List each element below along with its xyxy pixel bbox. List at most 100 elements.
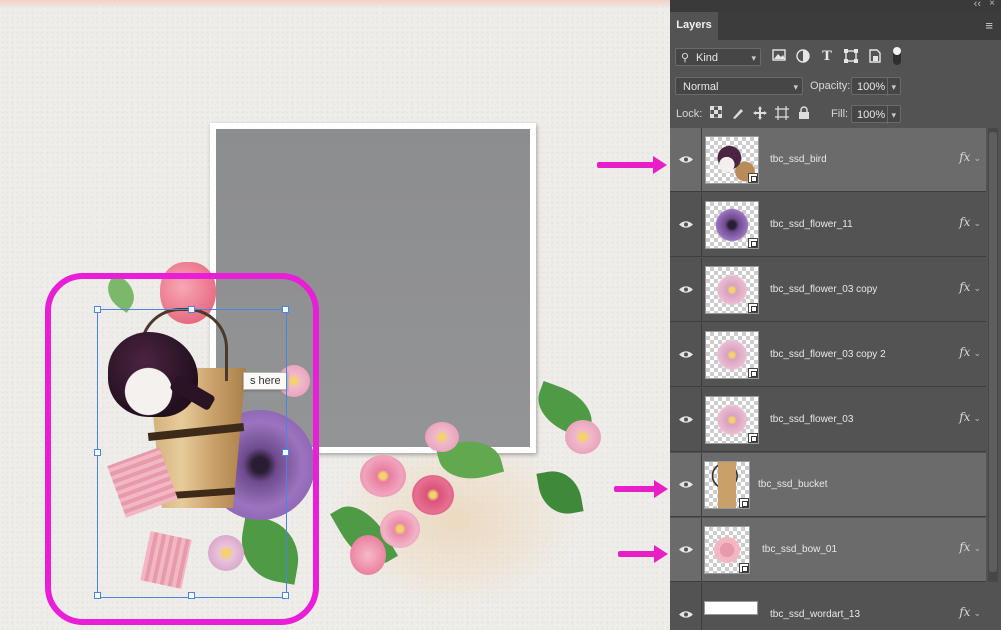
layer-row[interactable]: tbc_ssd_flower_11 fx ⌄	[670, 193, 986, 257]
fill-value: 100%	[857, 109, 886, 121]
eye-icon	[679, 221, 693, 228]
filter-kind-value: Kind	[696, 52, 719, 64]
type-filter-icon[interactable]: T	[819, 49, 835, 65]
layer-row[interactable]: tbc_ssd_wordart_13 fx ⌄	[670, 583, 986, 630]
canvas-top-edge	[0, 0, 670, 7]
adjustment-filter-icon[interactable]	[795, 49, 811, 65]
visibility-toggle[interactable]	[670, 128, 702, 191]
chevron-down-icon: ▾	[793, 82, 798, 92]
chevron-down-icon[interactable]: ⌄	[973, 608, 981, 618]
layer-name[interactable]: tbc_ssd_bucket	[758, 479, 828, 490]
layer-name[interactable]: tbc_ssd_flower_03 copy 2	[770, 349, 886, 360]
smart-object-icon	[739, 563, 749, 573]
layer-effects-icon[interactable]: fx ⌄	[959, 345, 981, 359]
filter-toggle-switch[interactable]	[893, 47, 901, 65]
layer-thumbnail[interactable]	[705, 396, 759, 444]
visibility-toggle[interactable]	[670, 388, 702, 451]
lock-all-icon[interactable]	[796, 106, 812, 122]
visibility-toggle[interactable]	[670, 323, 702, 386]
layer-effects-icon[interactable]: fx ⌄	[959, 280, 981, 294]
chevron-down-icon[interactable]: ⌄	[973, 153, 981, 163]
smart-object-filter-icon[interactable]	[867, 49, 883, 65]
panel-menu-icon[interactable]: ≡	[985, 18, 993, 33]
eye-icon	[679, 351, 693, 358]
layer-name[interactable]: tbc_ssd_bird	[770, 154, 827, 165]
layer-row[interactable]: tbc_ssd_flower_03 copy 2 fx ⌄	[670, 323, 986, 387]
layer-row[interactable]: tbc_ssd_flower_03 copy fx ⌄	[670, 258, 986, 322]
lock-transparent-pixels-icon[interactable]	[708, 105, 724, 122]
pink-flower	[380, 510, 420, 548]
chevron-down-icon[interactable]: ⌄	[973, 413, 981, 423]
visibility-toggle[interactable]	[670, 518, 702, 581]
opacity-input[interactable]: 100% ▾	[851, 77, 901, 96]
layer-thumbnail[interactable]	[704, 601, 758, 615]
layer-row[interactable]: tbc_ssd_bird fx ⌄	[670, 128, 986, 192]
layer-thumbnail[interactable]	[705, 331, 759, 379]
annotation-arrow	[614, 480, 668, 498]
layer-thumbnail[interactable]	[705, 201, 759, 249]
opacity-value: 100%	[857, 81, 886, 93]
layer-effects-icon[interactable]: fx ⌄	[959, 410, 981, 424]
smart-object-icon	[748, 173, 758, 183]
layer-name[interactable]: tbc_ssd_flower_11	[770, 219, 853, 230]
layer-name[interactable]: tbc_ssd_bow_01	[762, 544, 837, 555]
layer-thumbnail[interactable]	[705, 136, 759, 184]
search-icon: ⚲	[681, 52, 690, 64]
layers-scrollbar-thumb[interactable]	[989, 132, 997, 572]
annotation-arrow	[618, 545, 668, 563]
layer-effects-icon[interactable]: fx ⌄	[959, 540, 981, 554]
layer-name[interactable]: tbc_ssd_flower_03	[770, 414, 853, 425]
small-pink-flower	[565, 420, 601, 454]
layer-row[interactable]: tbc_ssd_bow_01 fx ⌄	[670, 518, 986, 582]
chevron-down-icon: ▾	[751, 53, 756, 63]
layer-row[interactable]: tbc_ssd_bucket	[670, 453, 986, 517]
fill-label: Fill:	[831, 108, 849, 120]
layer-name[interactable]: tbc_ssd_flower_03 copy	[770, 284, 877, 295]
layer-name[interactable]: tbc_ssd_wordart_13	[770, 609, 860, 620]
smart-object-icon	[748, 303, 758, 313]
annotation-arrow	[597, 156, 667, 174]
lock-position-icon[interactable]	[752, 106, 768, 122]
close-panel-icon[interactable]: ×	[989, 0, 995, 9]
layer-thumbnail[interactable]	[704, 526, 750, 574]
smart-object-icon	[748, 368, 758, 378]
pink-flower	[360, 455, 406, 497]
smart-object-icon	[748, 238, 758, 248]
visibility-toggle[interactable]	[670, 583, 702, 630]
layer-effects-icon[interactable]: fx ⌄	[959, 215, 981, 229]
layer-thumbnail[interactable]	[704, 461, 750, 509]
chevron-down-icon[interactable]: ⌄	[973, 543, 981, 553]
eye-icon	[679, 286, 693, 293]
layer-thumbnail[interactable]	[705, 266, 759, 314]
layers-list: tbc_ssd_bird fx ⌄ tbc_ssd_flower_11 fx ⌄ tbc_s…	[670, 128, 1001, 630]
chevron-down-icon[interactable]: ⌄	[973, 283, 981, 293]
layer-row[interactable]: tbc_ssd_flower_03 fx ⌄	[670, 388, 986, 452]
blend-mode-value: Normal	[683, 81, 719, 93]
shape-filter-icon[interactable]	[843, 49, 859, 65]
pink-flower	[412, 475, 454, 515]
layer-effects-icon[interactable]: fx ⌄	[959, 150, 981, 164]
fill-input[interactable]: 100% ▾	[851, 105, 901, 124]
eye-icon	[679, 611, 693, 618]
chevron-down-icon: ▾	[887, 78, 896, 96]
chevron-down-icon: ▾	[887, 106, 896, 124]
highlight-annotation	[45, 273, 319, 625]
blend-mode-dropdown[interactable]: Normal ▾	[675, 77, 803, 95]
chevron-down-icon[interactable]: ⌄	[973, 348, 981, 358]
filter-kind-dropdown[interactable]: ⚲ Kind ▾	[675, 48, 761, 66]
layers-scrollbar[interactable]	[988, 128, 998, 582]
document-canvas[interactable]: s here	[0, 0, 670, 630]
chevron-down-icon[interactable]: ⌄	[973, 218, 981, 228]
visibility-toggle[interactable]	[670, 453, 702, 516]
collapse-panels-icon[interactable]: ‹‹	[974, 0, 981, 10]
image-filter-icon[interactable]	[771, 49, 787, 65]
lock-artboard-icon[interactable]	[774, 106, 790, 122]
visibility-toggle[interactable]	[670, 258, 702, 321]
panel-tab-bar: Layers ≡	[670, 12, 1001, 40]
pink-bud	[350, 535, 386, 575]
lock-image-pixels-icon[interactable]	[730, 106, 746, 122]
eye-icon	[679, 546, 693, 553]
tab-layers[interactable]: Layers	[670, 12, 718, 40]
visibility-toggle[interactable]	[670, 193, 702, 256]
layer-effects-icon[interactable]: fx ⌄	[959, 605, 981, 619]
